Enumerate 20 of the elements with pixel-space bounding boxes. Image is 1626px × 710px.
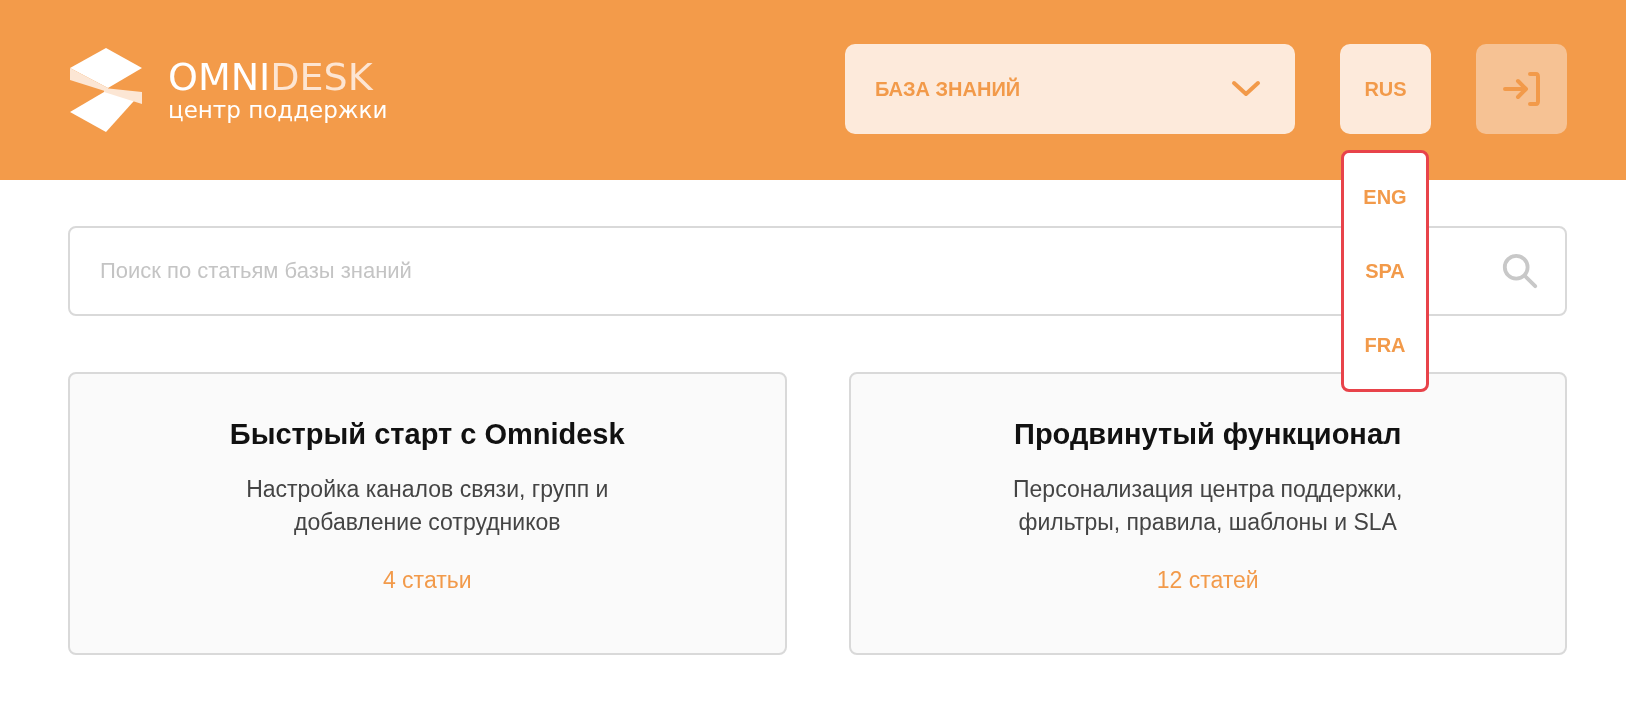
- hexagon-logo-icon: [68, 48, 144, 132]
- article-count-link[interactable]: 4 статьи: [382, 567, 472, 594]
- category-card[interactable]: Быстрый старт с Omnidesk Настройка каналов связи, групп и добавление сотрудников 4 статьи: [68, 372, 787, 655]
- brand-name: OMNIDESK: [168, 57, 374, 97]
- login-button[interactable]: [1476, 44, 1567, 134]
- logo-subtitle: центр поддержки: [168, 97, 388, 123]
- language-option[interactable]: ENG: [1363, 179, 1407, 215]
- category-title: Продвинутый функционал: [1014, 418, 1402, 451]
- language-option[interactable]: SPA: [1365, 253, 1405, 289]
- language-option[interactable]: FRA: [1364, 327, 1406, 363]
- category-description: Персонализация центра поддержки, фильтры, правила, шаблоны и SLA: [1012, 475, 1404, 537]
- article-count-link[interactable]: 12 статей: [1156, 567, 1259, 594]
- category-card[interactable]: Продвинутый функционал Персонализация центра поддержки, фильтры, правила, шаблоны и SLA 12 статей: [848, 372, 1567, 655]
- search-icon: [1501, 252, 1539, 290]
- section-dropdown[interactable]: БАЗА ЗНАНИЙ: [845, 44, 1295, 134]
- category-description: Настройка каналов связи, групп и добавление сотрудников: [245, 475, 610, 537]
- chevron-down-icon: [1231, 80, 1261, 98]
- language-dropdown[interactable]: RUS: [1340, 44, 1431, 134]
- login-icon: [1501, 71, 1542, 107]
- category-title: Быстрый старт с Omnidesk: [229, 418, 625, 451]
